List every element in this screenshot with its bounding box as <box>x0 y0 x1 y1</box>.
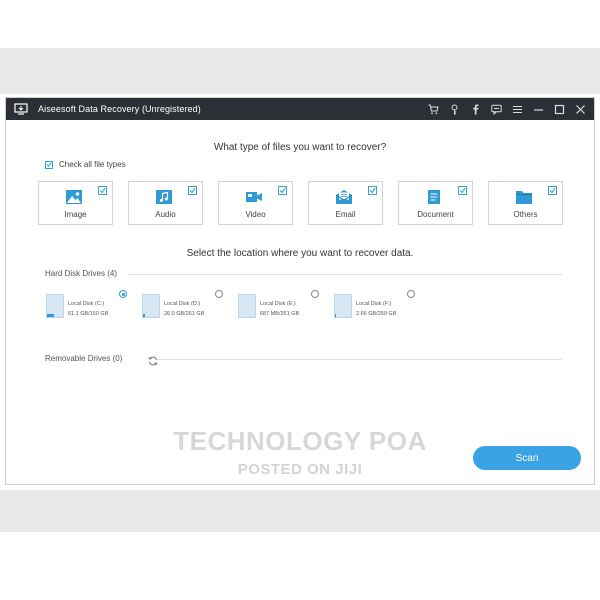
file-type-others-checkbox[interactable] <box>548 186 557 195</box>
file-type-others[interactable]: Others <box>488 181 563 225</box>
facebook-icon[interactable] <box>469 103 481 115</box>
title-bar: Aiseesoft Data Recovery (Unregistered) <box>6 98 594 120</box>
drive-e[interactable]: Local Disk (E:) 687 MB/261 GB <box>238 290 334 324</box>
file-type-video[interactable]: Video <box>218 181 293 225</box>
file-type-audio[interactable]: Audio <box>128 181 203 225</box>
drive-usage-bar <box>143 314 145 317</box>
file-type-grid: Image Audio Video Email Document Others <box>38 181 563 225</box>
hard-disk-icon <box>334 294 352 318</box>
document-icon <box>425 189 443 205</box>
background-band-top <box>0 48 600 94</box>
drive-name: Local Disk (E:) <box>260 301 296 307</box>
drive-c-radio[interactable] <box>119 290 127 298</box>
file-type-image-checkbox[interactable] <box>98 186 107 195</box>
cart-icon[interactable] <box>427 103 439 115</box>
check-all-file-types[interactable]: Check all file types <box>45 160 126 169</box>
file-type-label: Video <box>245 210 266 219</box>
hard-disk-drives-label: Hard Disk Drives (4) <box>45 269 118 278</box>
file-type-email[interactable]: Email <box>308 181 383 225</box>
drive-f[interactable]: Local Disk (F:) 2.66 GB/259 GB <box>334 290 430 324</box>
file-type-email-checkbox[interactable] <box>368 186 377 195</box>
divider <box>158 359 562 360</box>
drive-name: Local Disk (C:) <box>68 301 105 307</box>
window-title: Aiseesoft Data Recovery (Unregistered) <box>38 104 201 114</box>
file-type-video-checkbox[interactable] <box>278 186 287 195</box>
menu-icon[interactable] <box>511 103 523 115</box>
file-types-heading: What type of files you want to recover? <box>213 142 387 153</box>
titlebar-buttons <box>427 103 586 115</box>
check-all-checkbox[interactable] <box>45 160 53 169</box>
drive-d[interactable]: Local Disk (D:) 26.0 GB/261 GB <box>142 290 238 324</box>
background-band-bottom <box>0 490 600 532</box>
feedback-icon[interactable] <box>490 103 502 115</box>
removable-drives-label: Removable Drives (0) <box>45 354 123 363</box>
close-icon[interactable] <box>574 103 586 115</box>
divider <box>128 274 562 275</box>
hard-disk-icon <box>46 294 64 318</box>
audio-icon <box>155 189 173 205</box>
drive-d-radio[interactable] <box>215 290 223 298</box>
email-icon <box>335 189 353 205</box>
drive-f-radio[interactable] <box>407 290 415 298</box>
others-icon <box>515 189 533 205</box>
drive-name: Local Disk (F:) <box>356 301 392 307</box>
drive-size: 26.0 GB/261 GB <box>164 311 205 317</box>
app-logo-icon <box>14 103 28 115</box>
file-type-document[interactable]: Document <box>398 181 473 225</box>
maximize-icon[interactable] <box>553 103 565 115</box>
file-type-audio-checkbox[interactable] <box>188 186 197 195</box>
drive-e-radio[interactable] <box>311 290 319 298</box>
file-type-document-checkbox[interactable] <box>458 186 467 195</box>
file-type-label: Document <box>417 210 454 219</box>
drive-c[interactable]: Local Disk (C:) 61.1 GB/150 GB <box>46 290 142 324</box>
file-type-label: Email <box>335 210 356 219</box>
drive-size: 687 MB/261 GB <box>260 311 300 317</box>
video-icon <box>245 189 263 205</box>
hard-disk-icon <box>238 294 256 318</box>
file-type-label: Image <box>64 210 87 219</box>
file-type-label: Others <box>513 210 538 219</box>
key-icon[interactable] <box>448 103 460 115</box>
file-type-image[interactable]: Image <box>38 181 113 225</box>
location-heading: Select the location where you want to re… <box>186 248 414 259</box>
drive-usage-bar <box>47 314 54 317</box>
minimize-icon[interactable] <box>532 103 544 115</box>
check-all-label: Check all file types <box>59 160 126 169</box>
app-window: Aiseesoft Data Recovery (Unregistered) W… <box>5 97 595 485</box>
drive-size: 2.66 GB/259 GB <box>356 311 397 317</box>
file-type-label: Audio <box>155 210 176 219</box>
scan-button[interactable]: Scan <box>473 446 581 470</box>
hard-disk-icon <box>142 294 160 318</box>
drive-size: 61.1 GB/150 GB <box>68 311 109 317</box>
image-icon <box>65 189 83 205</box>
drive-name: Local Disk (D:) <box>164 301 201 307</box>
refresh-icon[interactable] <box>148 353 158 366</box>
